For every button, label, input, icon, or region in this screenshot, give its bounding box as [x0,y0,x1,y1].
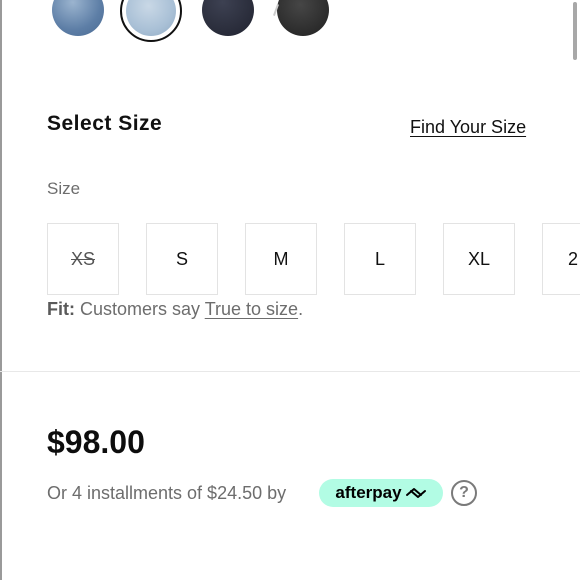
size-field-label: Size [47,179,81,198]
color-swatch-dark-navy[interactable] [202,0,254,36]
scrollbar[interactable] [573,2,577,60]
fit-key: Fit: [47,299,75,319]
color-swatch-light-wash[interactable] [52,0,104,36]
installments-text: Or 4 installments of $24.50 by [47,483,287,503]
size-option-label: XS [70,248,95,269]
section-divider [0,371,580,372]
help-symbol: ? [459,484,469,501]
true-to-size-link[interactable]: True to size [205,299,298,319]
select-size-heading: Select Size [47,112,163,135]
size-option-label: S [175,248,188,269]
size-option-xl[interactable]: XL [443,223,515,295]
question-circle-icon[interactable]: ? [451,480,477,506]
fit-end: . [298,299,304,319]
size-option-label: 2 [568,248,579,269]
size-option-label: M [273,248,289,269]
color-swatch-charcoal[interactable] [277,0,329,36]
afterpay-badge[interactable]: afterpay [319,479,443,507]
afterpay-label: afterpay [335,483,402,502]
size-option-label: L [374,248,385,269]
size-option-s[interactable]: S [146,223,218,295]
size-option-xs[interactable]: XS [47,223,119,295]
window-edge [0,0,2,580]
find-your-size-link[interactable]: Find Your Size [410,117,526,138]
size-option-l[interactable]: L [344,223,416,295]
size-option-2[interactable]: 2 [542,223,580,295]
fit-info: Fit: Customers say True to size. [47,299,303,320]
afterpay-arrows-icon [405,488,426,498]
product-price: $98.00 [47,424,145,460]
size-option-m[interactable]: M [245,223,317,295]
fit-text: Customers say [74,299,205,319]
size-option-label: XL [467,248,491,269]
